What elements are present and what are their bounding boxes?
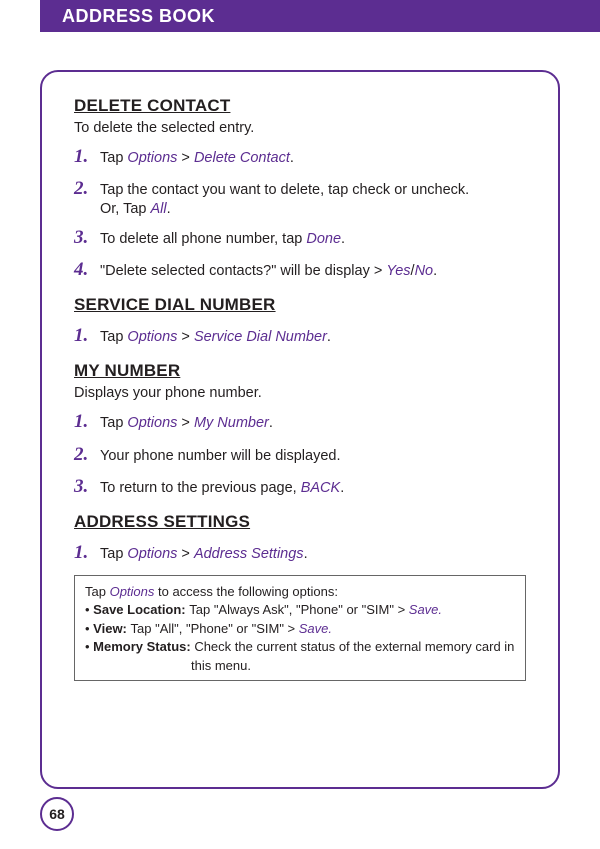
page-number-badge: 68 [40,797,74,831]
options-box-line-3: • View: Tap "All", "Phone" or "SIM" > Sa… [85,620,517,638]
service-dial-step-1: 1. Tap Options > Service Dial Number. [74,325,526,347]
address-settings-step-1: 1. Tap Options > Address Settings. [74,542,526,564]
content-frame: DELETE CONTACT To delete the selected en… [40,70,560,789]
delete-contact-step-3: 3. To delete all phone number, tap Done. [74,227,526,249]
options-box-line-1: Tap Options to access the following opti… [85,583,517,601]
options-box-line-4-cont: this menu. [85,657,517,675]
delete-contact-step-4: 4. "Delete selected contacts?" will be d… [74,259,526,281]
step-number: 4. [74,259,94,281]
step-number: 1. [74,325,94,347]
page-header: ADDRESS BOOK [40,0,600,32]
step-number: 3. [74,227,94,249]
page-title: ADDRESS BOOK [62,6,215,27]
options-box-line-2: • Save Location: Tap "Always Ask", "Phon… [85,601,517,619]
my-number-intro: Displays your phone number. [74,385,526,401]
delete-contact-intro: To delete the selected entry. [74,120,526,136]
step-number: 1. [74,542,94,564]
options-box: Tap Options to access the following opti… [74,575,526,682]
section-delete-contact-title: DELETE CONTACT [74,96,526,116]
step-body: To return to the previous page, BACK. [100,478,344,498]
options-box-line-4: • Memory Status: Check the current statu… [85,638,517,656]
delete-contact-step-2-or: Or, Tap All. [100,201,526,217]
step-number: 2. [74,178,94,200]
step-body: Tap Options > My Number. [100,413,273,433]
step-number: 1. [74,146,94,168]
step-body: Tap Options > Delete Contact. [100,148,294,168]
step-body: Your phone number will be displayed. [100,446,340,466]
delete-contact-step-2: 2. Tap the contact you want to delete, t… [74,178,526,200]
step-number: 2. [74,444,94,466]
step-body: "Delete selected contacts?" will be disp… [100,261,437,281]
my-number-step-1: 1. Tap Options > My Number. [74,411,526,433]
step-body: To delete all phone number, tap Done. [100,229,345,249]
my-number-step-3: 3. To return to the previous page, BACK. [74,476,526,498]
my-number-step-2: 2. Your phone number will be displayed. [74,444,526,466]
step-body: Tap the contact you want to delete, tap … [100,180,469,200]
step-body: Tap Options > Address Settings. [100,544,308,564]
page-number: 68 [49,806,65,822]
step-body: Tap Options > Service Dial Number. [100,327,331,347]
section-service-dial-title: SERVICE DIAL NUMBER [74,295,526,315]
step-number: 3. [74,476,94,498]
delete-contact-step-1: 1. Tap Options > Delete Contact. [74,146,526,168]
step-number: 1. [74,411,94,433]
section-my-number-title: MY NUMBER [74,361,526,381]
section-address-settings-title: ADDRESS SETTINGS [74,512,526,532]
